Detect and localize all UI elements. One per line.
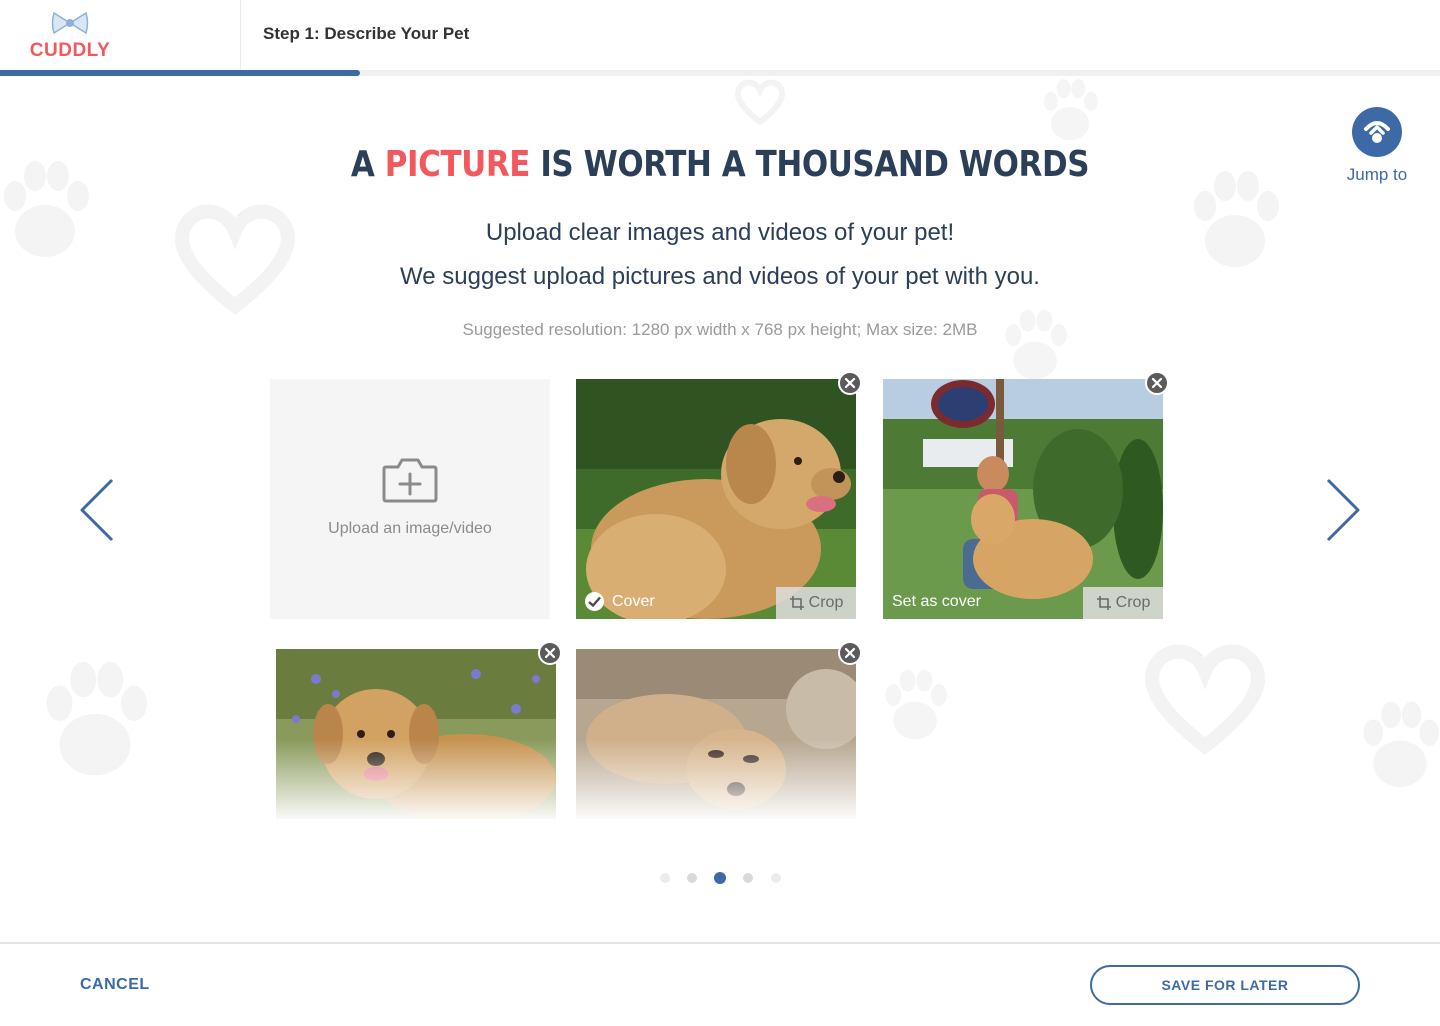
top-header: CUDDLY Step 1: Describe Your Pet bbox=[0, 0, 1440, 76]
pet-photo-dog-in-grass bbox=[576, 379, 856, 619]
jump-to-label: Jump to bbox=[1346, 165, 1408, 184]
heart-icon bbox=[1145, 644, 1265, 755]
photo-tile[interactable]: Cover Crop bbox=[576, 379, 856, 619]
paw-icon bbox=[4, 161, 89, 257]
pagination-dot[interactable] bbox=[714, 872, 726, 884]
remove-photo-button[interactable] bbox=[838, 641, 862, 665]
photo-tile[interactable] bbox=[576, 649, 856, 819]
progress-bar bbox=[0, 70, 1440, 76]
pagination-dot[interactable] bbox=[687, 873, 697, 883]
upload-tile[interactable]: Upload an image/video bbox=[270, 379, 550, 619]
save-for-later-button[interactable]: SAVE FOR LATER bbox=[1090, 965, 1360, 1005]
upload-label: Upload an image/video bbox=[328, 520, 492, 537]
set-as-cover-label: Set as cover bbox=[892, 593, 981, 610]
headline-accent: PICTURE bbox=[384, 144, 531, 185]
crop-button[interactable]: Crop bbox=[776, 587, 856, 619]
paw-icon bbox=[46, 661, 147, 776]
photo-fade bbox=[576, 739, 856, 819]
heart-icon bbox=[735, 79, 785, 126]
crop-icon bbox=[1096, 596, 1111, 610]
headline-suffix: IS WORTH A THOUSAND WORDS bbox=[529, 144, 1090, 185]
crop-button[interactable]: Crop bbox=[1083, 587, 1163, 619]
progress-bar-fill bbox=[0, 70, 360, 76]
close-icon bbox=[844, 377, 856, 389]
close-icon bbox=[1151, 377, 1163, 389]
pagination-dot[interactable] bbox=[771, 873, 781, 883]
cover-label: Cover bbox=[612, 592, 655, 610]
paw-icon bbox=[1005, 309, 1067, 380]
subheading-line-2: We suggest upload pictures and videos of… bbox=[400, 263, 1040, 290]
paw-icon bbox=[1363, 701, 1440, 787]
logo[interactable]: CUDDLY bbox=[0, 0, 241, 70]
cancel-button[interactable]: CANCEL bbox=[80, 976, 150, 994]
check-icon bbox=[585, 592, 604, 611]
headline-prefix: A bbox=[350, 144, 385, 185]
photo-tile[interactable] bbox=[276, 649, 556, 819]
next-arrow-icon[interactable] bbox=[1322, 478, 1362, 542]
logo-text: CUDDLY bbox=[29, 40, 111, 61]
jump-to-button[interactable]: Jump to bbox=[1342, 107, 1412, 185]
photo-tile[interactable]: Set as cover Crop bbox=[883, 379, 1163, 619]
resolution-hint: Suggested resolution: 1280 px width x 76… bbox=[462, 320, 978, 339]
jump-to-icon bbox=[1352, 107, 1402, 157]
bow-tie-icon bbox=[51, 11, 89, 35]
cover-badge: Cover bbox=[585, 592, 655, 611]
footer-bar: CANCEL SAVE FOR LATER bbox=[0, 942, 1440, 1026]
crop-label: Crop bbox=[808, 594, 844, 611]
close-icon bbox=[844, 647, 856, 659]
close-icon bbox=[544, 647, 556, 659]
crop-label: Crop bbox=[1115, 594, 1151, 611]
remove-photo-button[interactable] bbox=[838, 371, 862, 395]
previous-arrow-icon[interactable] bbox=[78, 478, 118, 542]
remove-photo-button[interactable] bbox=[1145, 371, 1169, 395]
pagination-dot[interactable] bbox=[743, 873, 753, 883]
step-title: Step 1: Describe Your Pet bbox=[263, 24, 470, 43]
pet-photo-dog-with-owner bbox=[883, 379, 1163, 619]
heart-icon bbox=[175, 204, 295, 315]
paw-icon bbox=[1043, 79, 1098, 141]
paw-icon bbox=[885, 669, 947, 740]
subheading-line-1: Upload clear images and videos of your p… bbox=[485, 219, 955, 246]
camera-add-icon bbox=[382, 458, 438, 503]
set-as-cover-button[interactable]: Set as cover bbox=[892, 593, 981, 611]
page-headline: A PICTURE IS WORTH A THOUSAND WORDS bbox=[101, 144, 1339, 185]
crop-icon bbox=[789, 596, 804, 610]
photo-fade bbox=[276, 739, 556, 819]
remove-photo-button[interactable] bbox=[538, 641, 562, 665]
pagination-dot[interactable] bbox=[660, 873, 670, 883]
